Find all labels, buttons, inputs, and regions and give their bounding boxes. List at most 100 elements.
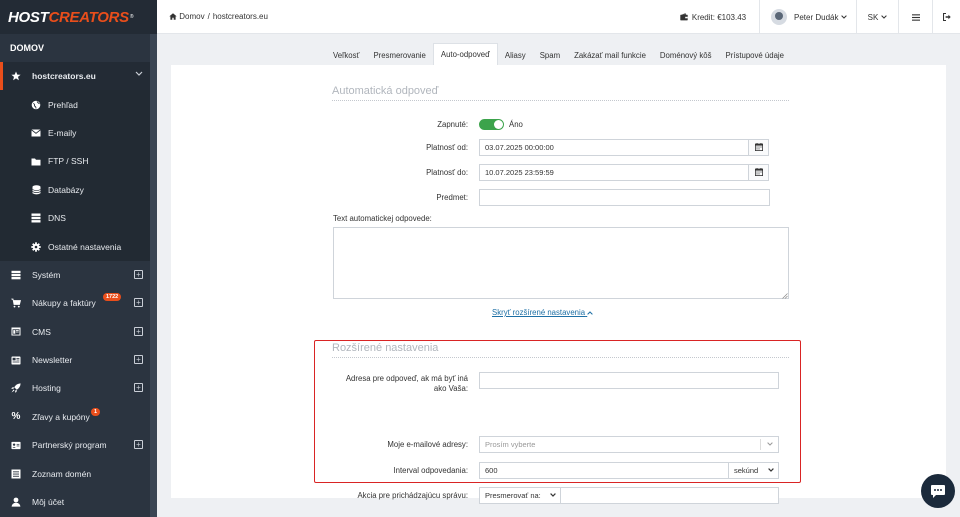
tab-auto-odpoved[interactable]: Auto-odpoveď [432,43,498,65]
sidebar-subitem-ftp[interactable]: FTP / SSH [0,147,157,176]
tab-domenovy-kos[interactable]: Doménový kôš [653,44,719,66]
sidebar-item-label: hostcreators.eu [32,71,96,82]
sidebar-item-label: Nákupy a faktúry [32,298,96,309]
sidebar-item-hosting[interactable]: Hosting + [0,374,157,402]
browser-icon [11,327,21,337]
user-menu[interactable]: Peter Dudák [759,0,856,34]
newspaper-icon [11,355,21,365]
rocket-icon [11,383,21,394]
enabled-row: Zapnuté: Áno [332,115,789,133]
subject-input[interactable] [479,188,770,206]
sidebar-item-label: Newsletter [32,355,73,366]
breadcrumb-separator: / [207,12,210,21]
id-card-icon [11,440,21,450]
tab-pristupove-udaje[interactable]: Prístupové údaje [718,44,791,66]
resize-handle-icon[interactable] [782,292,788,301]
sidebar-subitem-emaily[interactable]: E-maily [0,118,157,148]
sidebar-item-zoznam-domen[interactable]: Zoznam domén [0,459,157,487]
sidebar-item-cms[interactable]: CMS + [0,318,157,346]
valid-to-label: Platnosť do: [426,167,468,177]
sidebar-item-partnersky[interactable]: Partnerský program + [0,431,157,459]
hamburger-menu-button[interactable] [898,0,932,34]
chat-button[interactable] [921,474,955,508]
expand-icon[interactable]: + [134,354,143,364]
sidebar-item-label: Hosting [32,383,61,394]
database-icon [31,185,41,195]
chat-bubble-icon [930,484,946,499]
sidebar-subitem-label: Ostatné nastavenia [48,241,122,252]
sidebar-subitem-ostatne[interactable]: Ostatné nastavenia [0,232,157,261]
chevron-down-icon [135,70,143,79]
autoreply-text-label: Text automatickej odpovede: [333,214,432,223]
sidebar-subitem-dns[interactable]: DNS [0,203,157,233]
sidebar-subitem-label: Prehľad [48,99,78,110]
valid-from-label: Platnosť od: [426,142,468,152]
chevron-down-icon [881,15,888,19]
tab-velkost[interactable]: Veľkosť [326,44,366,66]
folder-icon [31,156,41,166]
expand-icon[interactable]: + [134,326,143,336]
subject-label: Predmet: [436,192,468,202]
chevron-up-icon [587,311,594,315]
sidebar-item-hostcreators[interactable]: hostcreators.eu [0,62,157,91]
chevron-down-icon [841,15,848,19]
autoreply-text-area[interactable] [333,227,789,299]
expand-icon[interactable]: + [134,383,143,393]
action-target-input[interactable] [561,486,779,504]
breadcrumb: Domov / hostcreators.eu [169,12,268,22]
language-switcher[interactable]: SK [856,0,898,34]
tab-spam[interactable]: Spam [533,44,567,66]
valid-to-input[interactable]: 10.07.2025 23:59:59 [479,163,749,181]
user-icon [11,497,21,507]
expand-icon[interactable]: + [134,298,143,308]
expand-icon[interactable]: + [134,269,143,279]
sidebar-subitem-label: DNS [48,213,66,224]
gear-icon [31,241,41,252]
credit-text: Kredit: €103.43 [691,12,747,22]
cart-icon [11,298,21,308]
sidebar-item-nakupy[interactable]: Nákupy a faktúry 1722 + [0,289,157,317]
language-code: SK [867,12,879,22]
tab-presmerovanie[interactable]: Presmerovanie [366,44,432,66]
sidebar-item-label: Partnerský program [32,440,107,451]
sidebar-item-system[interactable]: Systém + [0,261,157,289]
chevron-down-icon [550,492,556,497]
sidebar: HOST CREATORS ® DOMOV hostcreators.eu Preh… [0,0,157,517]
sidebar-subitem-prehlad[interactable]: Prehľad [0,90,157,119]
action-row: Akcia pre prichádzajúcu správu: Presmero… [332,486,789,504]
sidebar-subitem-label: FTP / SSH [48,156,89,167]
sidebar-item-label: Systém [32,269,61,280]
sidebar-scrollbar[interactable] [150,34,157,517]
logout-button[interactable] [932,0,960,34]
credit-display[interactable]: Kredit: €103.43 [667,0,759,34]
expand-icon[interactable]: + [134,440,143,450]
user-name: Peter Dudák [794,12,839,22]
calendar-icon[interactable] [749,163,769,181]
valid-from-input[interactable]: 03.07.2025 00:00:00 [479,138,749,156]
action-select[interactable]: Presmerovať na: [479,486,561,504]
toggle-advanced-link[interactable]: Skryť rozšírené nastavenia [492,308,594,317]
sidebar-item-zlavy[interactable]: % Zľavy a kupóny 1 [0,403,157,431]
sidebar-item-newsletter[interactable]: Newsletter + [0,346,157,374]
home-icon[interactable] [169,13,177,22]
breadcrumb-current: hostcreators.eu [212,12,268,21]
calendar-icon[interactable] [749,138,769,156]
tab-bar: Veľkosť Presmerovanie Auto-odpoveď Alias… [171,43,946,65]
star-icon [11,71,21,81]
logo[interactable]: HOST CREATORS ® [0,0,157,34]
tab-zakazat-mail-funkcie[interactable]: Zakázať mail funkcie [567,44,653,66]
orders-count-badge: 1722 [103,293,122,302]
sidebar-subitem-label: Databázy [48,184,84,195]
sidebar-item-label: Zľavy a kupóny [32,411,90,422]
percent-icon: % [11,411,21,423]
avatar [771,9,787,25]
logo-part-creators: CREATORS [48,8,129,26]
wallet-icon [680,13,688,21]
sidebar-item-moj-ucet[interactable]: Môj účet [0,488,157,516]
highlight-box [314,340,801,483]
sidebar-subitem-databazy[interactable]: Databázy [0,175,157,204]
breadcrumb-home[interactable]: Domov [179,12,204,21]
tab-aliasy[interactable]: Aliasy [498,44,533,66]
valid-from-row: Platnosť od: 03.07.2025 00:00:00 [332,138,789,156]
enabled-toggle[interactable] [479,118,504,130]
